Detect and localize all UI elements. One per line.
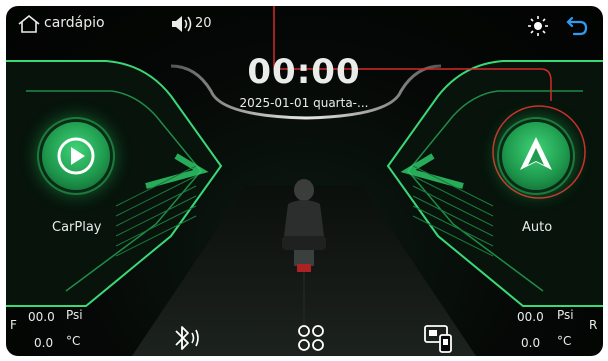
phone-mirror-icon[interactable] — [423, 323, 453, 353]
tpms-front-pressure: 00.0 — [28, 310, 55, 324]
home-screen: cardápio 20 00:00 2025-01-01 quarta-... — [6, 6, 603, 356]
speaker-icon — [172, 16, 192, 32]
tpms-front: F 00.0 Psi 0.0 °C — [10, 304, 100, 354]
android-auto-icon — [520, 137, 552, 170]
tpms-rear-pressure-unit: Psi — [557, 308, 574, 322]
android-auto-app[interactable]: Auto — [496, 122, 586, 235]
back-arrow-icon[interactable] — [566, 16, 588, 36]
tpms-rear: 00.0 Psi R 0.0 °C — [511, 304, 601, 354]
volume-control[interactable]: 20 — [171, 12, 231, 36]
apps-grid-icon[interactable] — [297, 324, 325, 352]
tpms-front-pressure-unit: Psi — [66, 308, 83, 322]
tpms-rear-temp-unit: °C — [557, 334, 572, 348]
android-auto-label: Auto — [522, 220, 553, 235]
tpms-rear-temp: 0.0 — [521, 336, 541, 350]
clock-time: 00:00 — [247, 52, 361, 92]
play-icon — [57, 137, 95, 175]
carplay-app[interactable]: CarPlay — [34, 122, 124, 235]
volume-level: 20 — [195, 16, 212, 31]
carplay-label: CarPlay — [52, 220, 102, 235]
clock-date: 2025-01-01 quarta-... — [239, 96, 369, 110]
menu-button[interactable]: cardápio — [16, 12, 126, 36]
tpms-front-temp-unit: °C — [66, 334, 81, 348]
tpms-rear-pressure: 00.0 — [517, 310, 544, 324]
home-icon — [18, 15, 40, 33]
android-auto-button[interactable] — [502, 122, 570, 190]
menu-label: cardápio — [44, 15, 105, 31]
carplay-button[interactable] — [42, 122, 110, 190]
tpms-front-temp: 0.0 — [34, 336, 54, 350]
sun-icon[interactable] — [528, 16, 548, 36]
tpms-rear-side: R — [589, 318, 598, 332]
tpms-front-side: F — [10, 318, 17, 332]
bluetooth-icon[interactable] — [172, 324, 202, 352]
